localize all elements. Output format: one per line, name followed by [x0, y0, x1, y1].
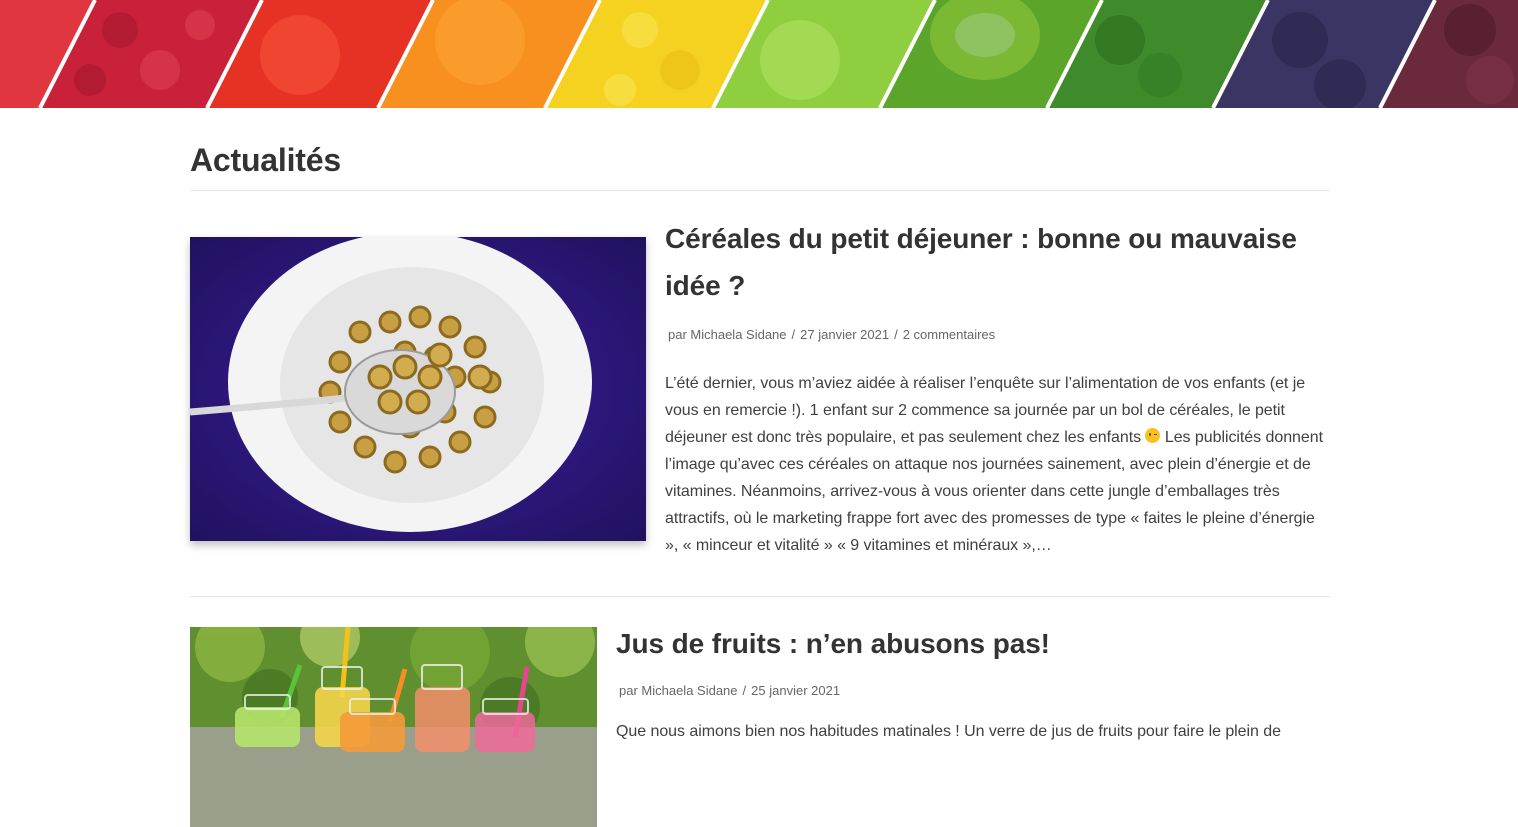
meta-separator: /	[894, 327, 898, 342]
post-title-link[interactable]: Céréales du petit déjeuner : bonne ou ma…	[665, 215, 1330, 309]
post-meta: par Michaela Sidane / 27 janvier 2021 / 2 co…	[665, 326, 1330, 344]
title-divider	[190, 190, 1330, 191]
fruits-vegetables-banner-image	[0, 0, 1518, 108]
post-comments-link[interactable]: 2 commentaires	[903, 327, 995, 342]
post-body: Céréales du petit déjeuner : bonne ou ma…	[665, 215, 1330, 559]
post-date-link[interactable]: 25 janvier 2021	[751, 683, 840, 698]
post-author-link[interactable]: par Michaela Sidane	[668, 327, 787, 342]
post-excerpt: L’été dernier, vous m’aviez aidée à réal…	[665, 370, 1330, 559]
post-body: Jus de fruits : n’en abusons pas! par Mi…	[616, 605, 1330, 745]
post-meta: par Michaela Sidane / 25 janvier 2021	[616, 682, 1330, 700]
post-excerpt: Que nous aimons bien nos habitudes matin…	[616, 723, 1281, 740]
wink-emoji-icon	[1145, 428, 1161, 443]
meta-separator: /	[742, 683, 747, 698]
excerpt-text: Les publicités donnent l’image qu’avec c…	[665, 429, 1323, 554]
page-title: Actualités	[190, 142, 341, 178]
header-banner	[0, 0, 1518, 108]
post-thumbnail-link[interactable]	[190, 627, 597, 827]
post-author-link[interactable]: par Michaela Sidane	[619, 683, 738, 698]
main-content: Actualités Céréales du petit déjeuner: …	[190, 108, 1330, 827]
fruit-juice-jars-image	[190, 627, 597, 827]
cereal-bowl-image	[190, 237, 646, 541]
meta-separator: /	[791, 327, 796, 342]
post-title-link[interactable]: Jus de fruits : n’en abusons pas!	[616, 620, 1330, 667]
post-divider	[190, 596, 1330, 597]
post-thumbnail-link[interactable]	[190, 237, 646, 541]
post-date-link[interactable]: 27 janvier 2021	[800, 327, 889, 342]
